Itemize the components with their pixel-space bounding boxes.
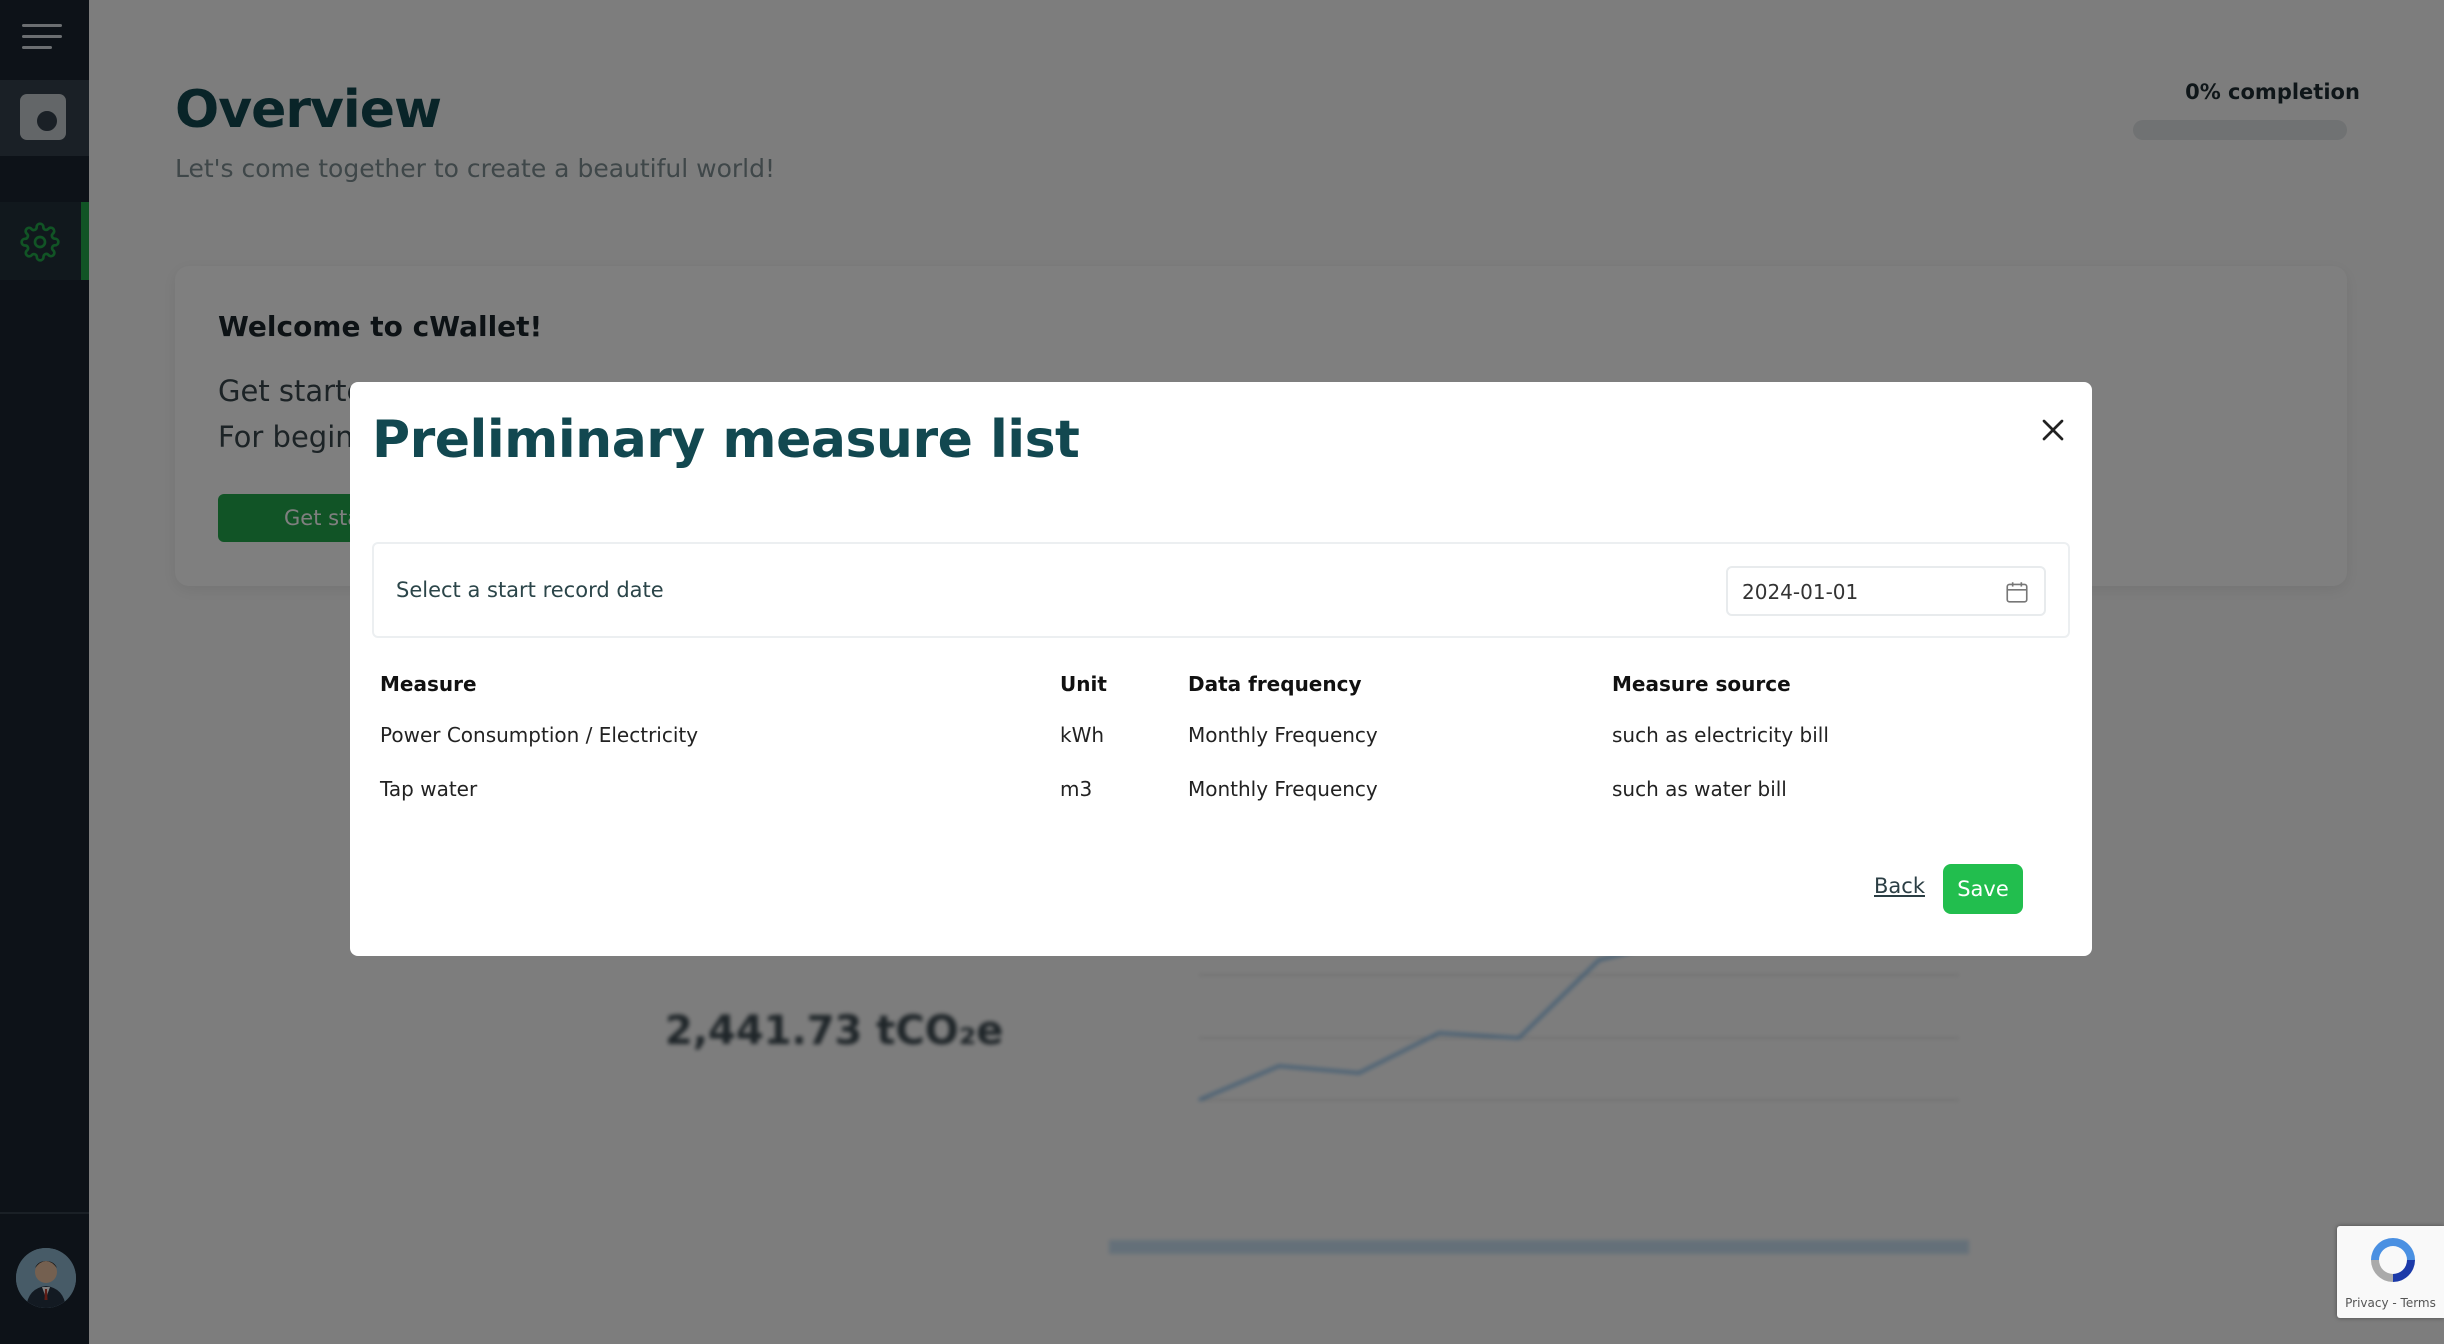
preliminary-measure-modal: Preliminary measure list Select a start … xyxy=(350,382,2092,956)
cell-source: such as electricity bill xyxy=(1612,723,1829,747)
column-header-source: Measure source xyxy=(1612,672,1791,696)
save-button[interactable]: Save xyxy=(1943,864,2023,914)
start-date-value: 2024-01-01 xyxy=(1742,580,1859,604)
cell-source: such as water bill xyxy=(1612,777,1787,801)
table-header-row: Measure Unit Data frequency Measure sour… xyxy=(380,672,2070,708)
start-date-panel: Select a start record date 2024-01-01 xyxy=(372,542,2070,638)
close-icon[interactable] xyxy=(2035,412,2071,448)
table-row: Power Consumption / Electricity kWh Mont… xyxy=(380,708,2070,762)
cell-unit: m3 xyxy=(1060,777,1093,801)
start-date-label: Select a start record date xyxy=(396,578,664,602)
recaptcha-logo xyxy=(2371,1238,2415,1282)
cell-frequency: Monthly Frequency xyxy=(1188,777,1378,801)
cell-unit: kWh xyxy=(1060,723,1105,747)
back-link[interactable]: Back xyxy=(1874,874,1925,898)
start-date-input[interactable]: 2024-01-01 xyxy=(1726,566,2046,616)
measure-table: Measure Unit Data frequency Measure sour… xyxy=(380,672,2070,816)
cell-frequency: Monthly Frequency xyxy=(1188,723,1378,747)
column-header-measure: Measure xyxy=(380,672,477,696)
column-header-frequency: Data frequency xyxy=(1188,672,1362,696)
cell-measure: Power Consumption / Electricity xyxy=(380,723,699,747)
calendar-icon[interactable] xyxy=(2004,579,2030,605)
cell-measure: Tap water xyxy=(380,777,478,801)
column-header-unit: Unit xyxy=(1060,672,1107,696)
recaptcha-terms[interactable]: Privacy - Terms xyxy=(2337,1296,2444,1310)
modal-title: Preliminary measure list xyxy=(372,410,1080,470)
table-row: Tap water m3 Monthly Frequency such as w… xyxy=(380,762,2070,816)
recaptcha-badge[interactable]: Privacy - Terms xyxy=(2337,1226,2444,1318)
